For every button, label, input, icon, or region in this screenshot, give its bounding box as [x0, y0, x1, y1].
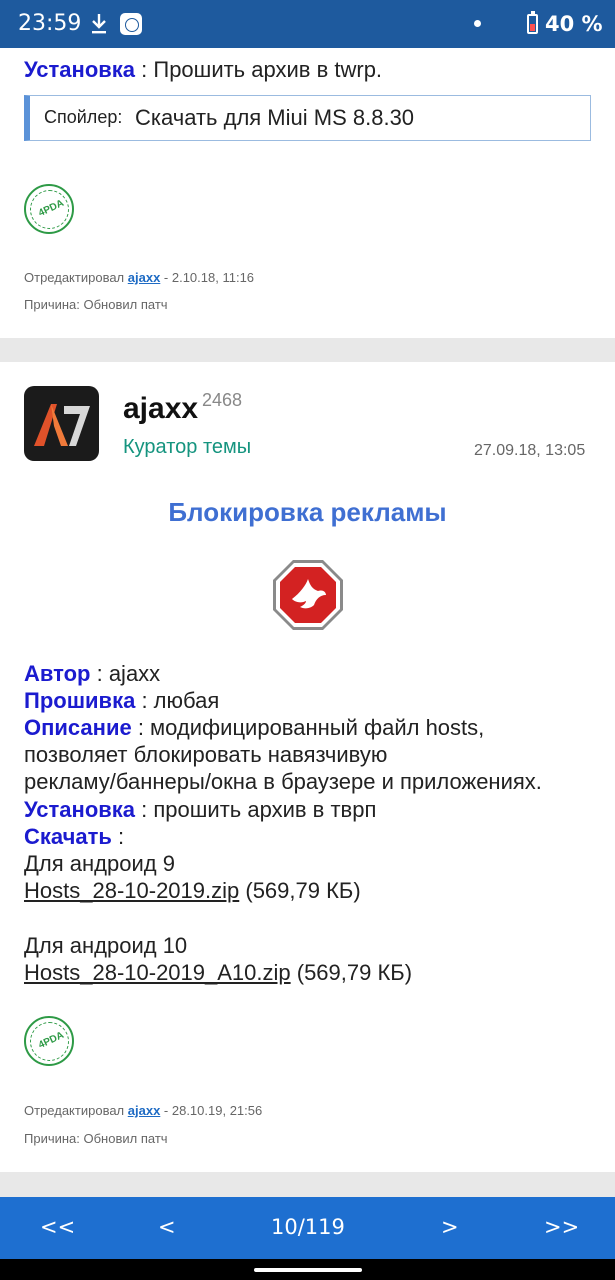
download-line: Скачать : [24, 824, 125, 849]
install-line: Установка : Прошить архив в twrp. [24, 56, 382, 83]
edit-reason: Причина: Обновил патч [24, 297, 168, 312]
first-page-button[interactable]: << [40, 1215, 75, 1239]
system-nav-bar [0, 1259, 615, 1280]
next-page-button[interactable]: > [441, 1215, 459, 1239]
last-page-button[interactable]: >> [544, 1215, 579, 1239]
editor-link[interactable]: ajaxx [128, 1103, 161, 1118]
prev-page-button[interactable]: < [158, 1215, 176, 1239]
description-line-3: рекламу/баннеры/окна в браузере и прилож… [24, 769, 542, 794]
page-indicator[interactable]: 10/119 [271, 1215, 345, 1239]
edit-reason: Причина: Обновил патч [24, 1131, 168, 1146]
firmware-line: Прошивка : любая [24, 688, 220, 713]
edited-info: Отредактировал ajaxx - 28.10.19, 21:56 [24, 1103, 263, 1118]
spoiler-link[interactable]: Скачать для Miui MS 8.8.30 [135, 105, 414, 131]
editor-link[interactable]: ajaxx [128, 270, 161, 285]
status-bar: 23:59 40 % [0, 0, 615, 48]
install-label: Установка [24, 57, 136, 82]
spoiler-label: Спойлер: [44, 107, 123, 127]
author-role: Куратор темы [123, 436, 252, 458]
edited-info: Отредактировал ajaxx - 2.10.18, 11:16 [24, 270, 255, 285]
install-text: : Прошить архив в twrp. [135, 57, 383, 82]
battery-level: 40 % [545, 12, 603, 36]
file1-size: (569,79 КБ) [239, 878, 361, 903]
clock: 23:59 [18, 11, 82, 36]
post-heading: Блокировка рекламы [168, 497, 447, 527]
post-previous: Установка : Прошить архив в twrp. Спойле… [0, 48, 615, 338]
author-name[interactable]: ajaxx [123, 392, 198, 426]
file1-link[interactable]: Hosts_28-10-2019.zip [24, 878, 239, 903]
spoiler-block[interactable]: Спойлер: Скачать для Miui MS 8.8.30 [24, 95, 591, 141]
post-separator [0, 1172, 615, 1197]
file2-link[interactable]: Hosts_28-10-2019_A10.zip [24, 960, 291, 985]
post-separator [0, 338, 615, 362]
file2-size: (569,79 КБ) [290, 960, 413, 985]
post-main: ajaxx 2468 Куратор темы 27.09.18, 13:05 … [0, 362, 615, 1172]
firmware-label: Прошивка [24, 688, 136, 713]
file1-line: Hosts_28-10-2019.zip (569,79 КБ) [24, 877, 361, 904]
android9-label: Для андроид 9 [24, 851, 175, 876]
description-line: Описание : модифицированный файл hosts, [24, 715, 485, 740]
post-date: 27.09.18, 13:05 [474, 442, 586, 459]
install-label: Установка [24, 797, 136, 822]
pagination-bar: << < 10/119 > >> [0, 1197, 615, 1259]
description-label: Описание [24, 715, 132, 740]
download-icon [92, 14, 106, 34]
file2-line: Hosts_28-10-2019_A10.zip (569,79 КБ) [24, 959, 412, 986]
avatar[interactable] [24, 386, 99, 461]
download-label: Скачать [24, 824, 112, 849]
adblock-stop-icon [273, 560, 343, 630]
author-line: Автор : ajaxx [24, 661, 161, 686]
description-line-2: позволяет блокировать навязчивую [24, 742, 388, 767]
battery-icon [527, 11, 538, 34]
4pda-stamp-icon [24, 184, 74, 234]
android10-label: Для андроид 10 [24, 933, 188, 958]
4pda-stamp-icon [24, 1016, 74, 1066]
home-gesture-handle[interactable] [254, 1268, 362, 1272]
notification-dot-icon [474, 20, 481, 27]
install-line: Установка : прошить архив в тврп [24, 797, 377, 822]
reputation-count[interactable]: 2468 [202, 390, 242, 411]
author-label: Автор [24, 661, 91, 686]
app-notification-icon [120, 13, 142, 35]
